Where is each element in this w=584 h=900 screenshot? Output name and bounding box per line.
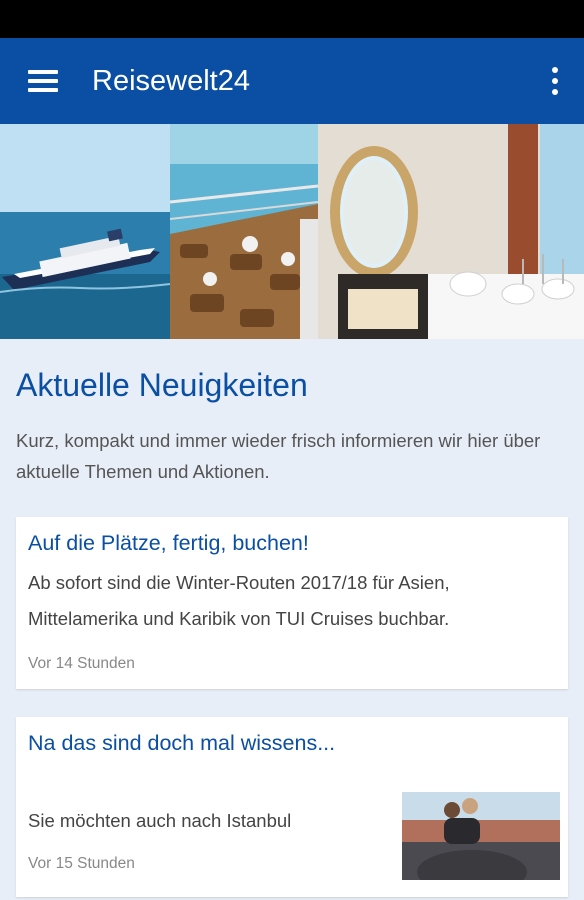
hero-banner [0, 124, 584, 339]
news-card[interactable]: Na das sind doch mal wissens... Sie möch… [16, 717, 568, 897]
section-title: Aktuelle Neuigkeiten [16, 367, 308, 403]
news-card-text: Ab sofort sind die Winter-Routen 2017/18… [28, 572, 450, 629]
menu-button[interactable] [0, 38, 86, 124]
section-description: Kurz, kompakt und immer wieder frisch in… [16, 430, 541, 482]
app-title: Reisewelt24 [92, 64, 250, 97]
dining-room-photo [318, 124, 584, 339]
status-bar [0, 0, 584, 38]
news-card-title: Na das sind doch mal wissens... [28, 731, 336, 755]
cruise-ship-photo [0, 124, 170, 339]
hamburger-menu-icon [28, 70, 58, 92]
more-vert-icon[interactable] [526, 38, 584, 124]
ship-deck-photo [170, 124, 318, 339]
news-card-text: Sie möchten auch nach Istanbul [28, 810, 292, 831]
news-card[interactable]: Auf die Plätze, fertig, buchen! Ab sofor… [16, 517, 568, 689]
news-card-title: Auf die Plätze, fertig, buchen! [28, 531, 309, 555]
news-card-time: Vor 15 Stunden [28, 855, 135, 872]
app-bar: Reisewelt24 [0, 38, 584, 124]
news-card-time: Vor 14 Stunden [28, 655, 135, 672]
news-card-thumbnail [402, 792, 560, 894]
